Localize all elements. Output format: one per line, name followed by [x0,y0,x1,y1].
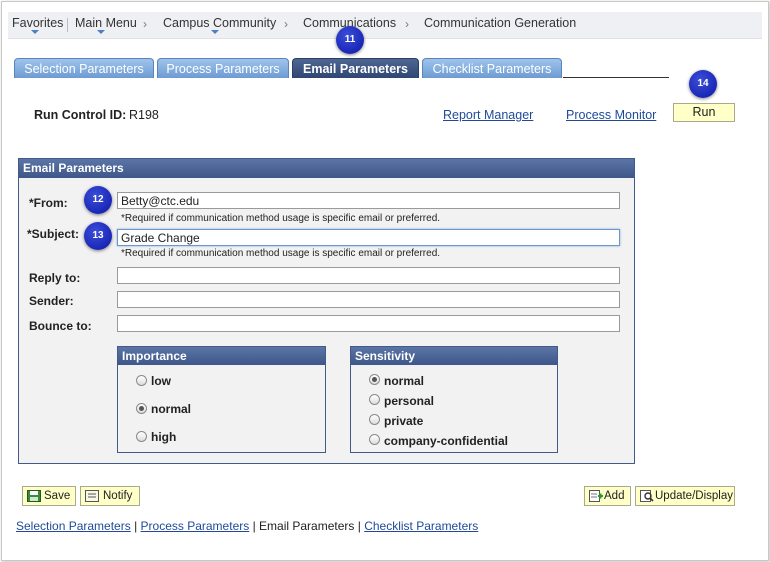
sensitivity-normal-radio[interactable] [369,374,380,385]
subject-label: *Subject: [27,227,80,241]
tab-email-parameters[interactable]: Email Parameters [292,58,419,78]
tab-process-parameters[interactable]: Process Parameters [157,58,289,78]
bottom-link-checklist-parameters[interactable]: Checklist Parameters [364,519,478,533]
tab-selection-parameters[interactable]: Selection Parameters [14,58,154,78]
sensitivity-personal-label: personal [384,394,435,408]
sensitivity-private-label: private [384,414,424,428]
run-control-label: Run Control ID: [34,108,127,122]
tab-divider-line [563,77,669,78]
importance-high-label: high [151,430,177,444]
save-button[interactable]: Save [22,486,76,506]
chevron-down-icon [97,30,105,34]
from-label: *From: [29,196,68,210]
chevron-down-icon [211,30,219,34]
save-button-label: Save [44,490,71,502]
bounce-to-label: Bounce to: [29,319,92,333]
importance-low-label: low [151,374,171,388]
tab-checklist-parameters[interactable]: Checklist Parameters [422,58,562,78]
breadcrumb-campus-community[interactable]: Campus Community [163,16,276,30]
bottom-link-email-parameters-current: Email Parameters [259,519,355,533]
bottom-link-process-parameters[interactable]: Process Parameters [141,519,250,533]
from-required-note: *Required if communication method usage … [121,213,441,224]
sensitivity-private-radio[interactable] [369,414,380,425]
sensitivity-group: Sensitivity normal personal private comp… [350,346,558,453]
notify-icon [85,490,99,502]
chevron-down-icon [31,30,39,34]
run-button[interactable]: Run [673,103,735,122]
importance-low-radio[interactable] [136,375,147,386]
link-separator: | [130,519,141,533]
chevron-right-icon: › [284,17,288,31]
reply-to-input[interactable] [117,267,620,284]
step-callout-12: 12 [84,186,112,214]
subject-required-note: *Required if communication method usage … [121,248,441,259]
importance-high-radio[interactable] [136,431,147,442]
divider [67,18,68,32]
link-separator: | [249,519,260,533]
breadcrumb-communication-generation[interactable]: Communication Generation [424,16,576,30]
add-button-label: Add [604,490,625,502]
report-manager-link[interactable]: Report Manager [443,108,533,122]
link-separator: | [354,519,365,533]
step-callout-13: 13 [84,222,112,250]
importance-title: Importance [118,347,325,365]
notify-button[interactable]: Notify [80,486,140,506]
sensitivity-normal-label: normal [384,374,425,388]
breadcrumb-favorites[interactable]: Favorites [12,16,63,30]
breadcrumb: Favorites Main Menu › Campus Community ›… [8,12,762,39]
sensitivity-title: Sensitivity [351,347,557,365]
bounce-to-input[interactable] [117,315,620,332]
run-control-value: R198 [129,108,159,122]
importance-group: Importance low normal high [117,346,326,453]
subject-input[interactable] [117,229,620,246]
add-button[interactable]: Add [584,486,631,506]
bottom-tab-links: Selection Parameters | Process Parameter… [16,519,478,533]
sender-label: Sender: [29,294,74,308]
bottom-link-selection-parameters[interactable]: Selection Parameters [16,519,131,533]
add-icon [589,490,603,502]
importance-normal-label: normal [151,402,192,416]
update-display-button-label: Update/Display [655,490,733,502]
breadcrumb-main-menu[interactable]: Main Menu [75,16,137,30]
chevron-right-icon: › [405,17,409,31]
panel-title: Email Parameters [19,159,634,178]
sender-input[interactable] [117,291,620,308]
sensitivity-company-confidential-label: company-confidential [384,434,509,448]
from-input[interactable] [117,192,620,209]
chevron-right-icon: › [143,17,147,31]
update-display-button[interactable]: Update/Display [635,486,735,506]
update-display-icon [640,490,654,502]
sensitivity-company-confidential-radio[interactable] [369,434,380,445]
notify-button-label: Notify [103,490,133,502]
process-monitor-link[interactable]: Process Monitor [566,108,656,122]
step-callout-14: 14 [689,70,717,98]
sensitivity-personal-radio[interactable] [369,394,380,405]
importance-normal-radio[interactable] [136,403,147,414]
save-icon [27,490,41,502]
step-callout-11: 11 [336,26,364,54]
reply-to-label: Reply to: [29,271,81,285]
